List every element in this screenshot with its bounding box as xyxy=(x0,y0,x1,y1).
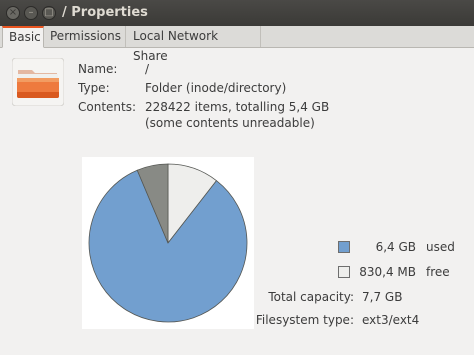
type-label: Type: xyxy=(78,81,110,95)
contents-note: (some contents unreadable) xyxy=(145,116,315,130)
folder-icon xyxy=(11,57,65,107)
tab-bar: Basic Permissions Local Network Share xyxy=(0,26,474,63)
type-value: Folder (inode/directory) xyxy=(145,81,287,95)
contents-label: Contents: xyxy=(78,100,137,114)
minimize-button[interactable]: – xyxy=(24,6,38,20)
tab-local-network-share[interactable]: Local Network Share xyxy=(127,26,261,63)
used-value: 6,4 GB xyxy=(375,240,416,254)
free-label: free xyxy=(426,265,450,279)
name-label: Name: xyxy=(78,62,118,76)
free-value: 830,4 MB xyxy=(359,265,416,279)
title-bar: × – □ / Properties xyxy=(0,0,474,26)
fstype-label: Filesystem type: xyxy=(255,313,354,327)
window-title: / Properties xyxy=(62,5,148,20)
tab-basic[interactable]: Basic xyxy=(2,26,44,48)
tab-permissions[interactable]: Permissions xyxy=(44,26,126,47)
used-swatch xyxy=(338,241,350,253)
maximize-button[interactable]: □ xyxy=(42,6,56,20)
used-label: used xyxy=(426,240,455,254)
fstype-value: ext3/ext4 xyxy=(362,313,420,327)
capacity-value: 7,7 GB xyxy=(362,290,403,304)
usage-pie-chart xyxy=(82,157,254,329)
close-button[interactable]: × xyxy=(6,6,20,20)
capacity-label: Total capacity: xyxy=(268,290,354,304)
contents-value: 228422 items, totalling 5,4 GB xyxy=(145,100,330,114)
name-value: / xyxy=(145,62,150,76)
